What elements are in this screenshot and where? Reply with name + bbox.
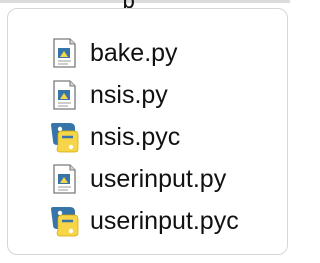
file-row-nsis-pyc[interactable]: nsis.pyc bbox=[48, 117, 278, 157]
file-name-userinput-pyc: userinput.pyc bbox=[90, 206, 239, 235]
top-window-border bbox=[0, 0, 290, 3]
python-compiled-file-icon bbox=[51, 123, 79, 153]
file-name-userinput-py: userinput.py bbox=[90, 164, 227, 193]
file-row-userinput-pyc[interactable]: userinput.pyc bbox=[48, 201, 278, 241]
python-compiled-file-icon bbox=[51, 207, 79, 237]
file-row-bake-py[interactable]: bake.py bbox=[48, 33, 278, 73]
file-name-nsis-pyc: nsis.pyc bbox=[90, 122, 181, 151]
python-script-file-icon bbox=[53, 164, 76, 194]
file-list: bake.py nsis.py nsis.pyc userinput.py us… bbox=[48, 33, 278, 243]
file-row-userinput-py[interactable]: userinput.py bbox=[48, 159, 278, 199]
python-script-file-icon bbox=[53, 80, 76, 110]
python-script-file-icon bbox=[53, 38, 76, 68]
file-row-nsis-py[interactable]: nsis.py bbox=[48, 75, 278, 115]
file-name-bake-py: bake.py bbox=[90, 38, 178, 67]
file-name-nsis-py: nsis.py bbox=[90, 80, 168, 109]
